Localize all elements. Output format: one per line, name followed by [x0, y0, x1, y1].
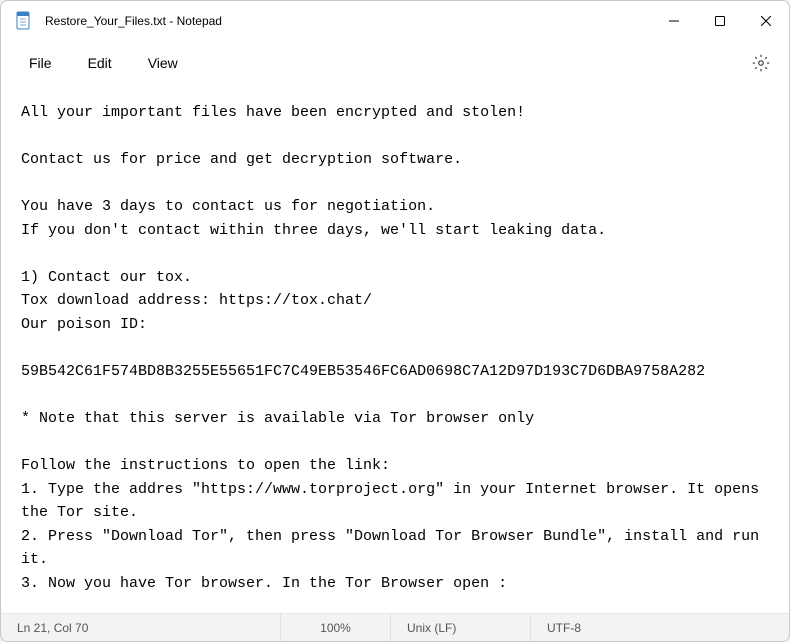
maximize-button[interactable]: [697, 1, 743, 41]
status-encoding: UTF-8: [531, 614, 789, 641]
text-editor-area[interactable]: All your important files have been encry…: [1, 85, 789, 613]
status-line-ending: Unix (LF): [391, 614, 531, 641]
status-zoom[interactable]: 100%: [281, 614, 391, 641]
window-title: Restore_Your_Files.txt - Notepad: [45, 14, 651, 28]
minimize-button[interactable]: [651, 1, 697, 41]
statusbar: Ln 21, Col 70 100% Unix (LF) UTF-8: [1, 613, 789, 641]
menu-view[interactable]: View: [130, 49, 196, 77]
status-cursor-position: Ln 21, Col 70: [1, 614, 281, 641]
menu-edit[interactable]: Edit: [70, 49, 130, 77]
titlebar[interactable]: Restore_Your_Files.txt - Notepad: [1, 1, 789, 41]
notepad-icon: [15, 11, 31, 31]
menu-file[interactable]: File: [11, 49, 70, 77]
menubar: File Edit View: [1, 41, 789, 85]
text-content: All your important files have been encry…: [21, 104, 768, 613]
close-button[interactable]: [743, 1, 789, 41]
window-controls: [651, 1, 789, 41]
notepad-window: Restore_Your_Files.txt - Notepad File Ed…: [0, 0, 790, 642]
settings-button[interactable]: [743, 45, 779, 81]
